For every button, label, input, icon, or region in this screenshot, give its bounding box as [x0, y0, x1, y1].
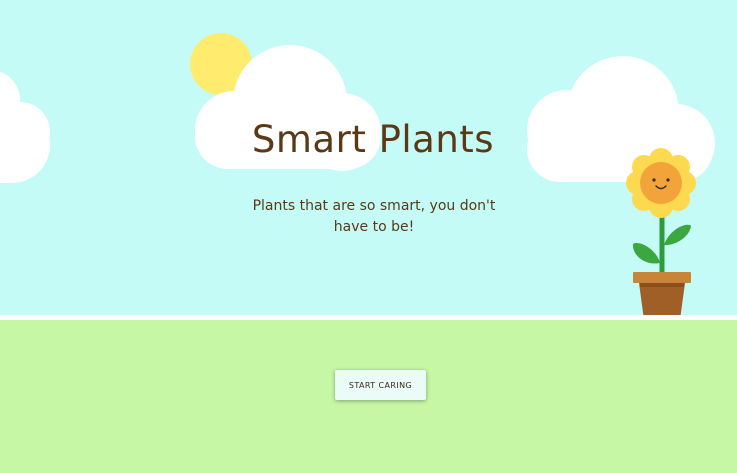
tagline: Plants that are so smart, you don't have… — [252, 198, 496, 235]
start-caring-button[interactable]: START CARING — [335, 370, 426, 400]
smiling-flower-in-pot-icon — [626, 148, 696, 315]
sky-background: Smart Plants Plants that are so smart, y… — [0, 0, 737, 315]
